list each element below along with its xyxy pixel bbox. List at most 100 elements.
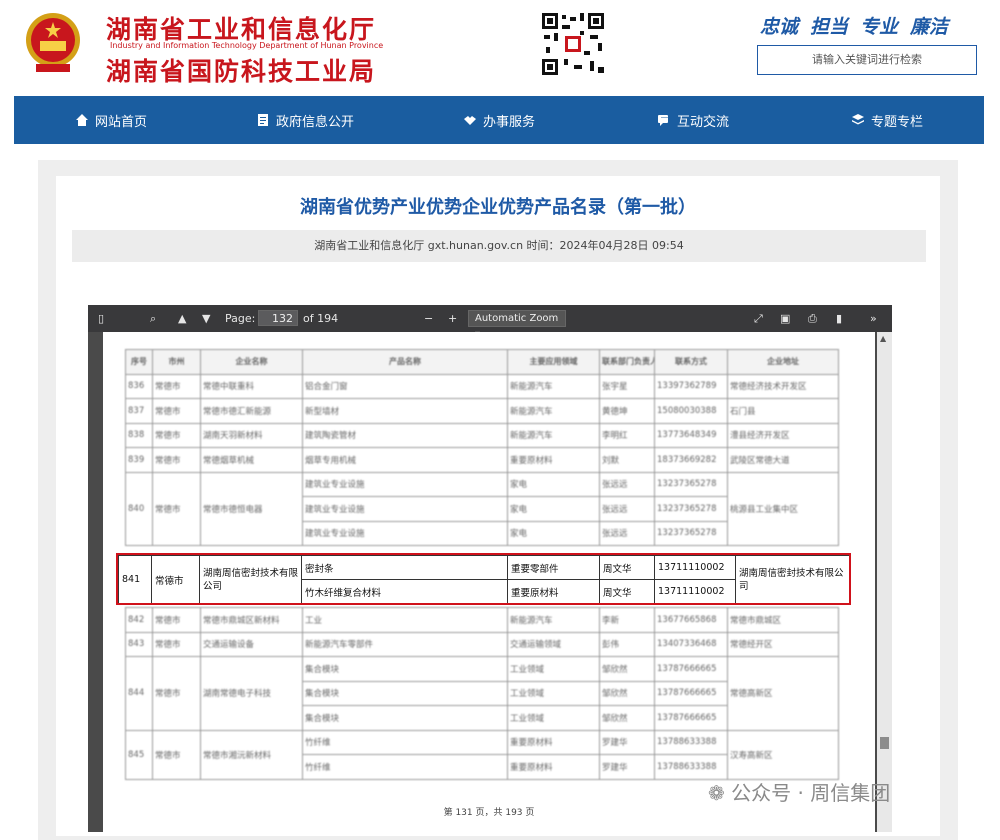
cell-person: 罗建华 (599, 729, 655, 755)
main-nav: 网站首页 政府信息公开 办事服务 互动交流 专题专栏 (14, 96, 984, 144)
table-row: 836 常德市 常德中联重科 铝合金门窗 新能源汽车 张宇星 13397362789 常德经济… (125, 373, 839, 399)
cell-product: 集合模块 (302, 680, 508, 706)
cell-phone: 13397362789 (654, 373, 728, 399)
cell-address: 常德高新区 (727, 656, 839, 731)
cell-no: 843 (125, 631, 153, 657)
sidebar-toggle-icon[interactable]: ▯ (98, 305, 104, 332)
table-header-row: 序号 市州 企业名称 产品名称 主要应用领域 联系部门负责人 联系方式 企业地址 (125, 349, 839, 375)
cell-field: 新能源汽车 (507, 398, 600, 424)
scrollbar-thumb[interactable] (880, 737, 889, 749)
open-file-icon[interactable]: ▣ (780, 305, 790, 332)
cell-field: 新能源汽车 (507, 373, 600, 399)
cell-phone: 13788633388 (654, 754, 728, 780)
cell-phone: 13407336468 (654, 631, 728, 657)
site-title-english: Industry and Information Technology Depa… (110, 41, 384, 50)
cell-company: 常德市德汇新能源 (200, 398, 303, 424)
cell-person: 刘默 (599, 447, 655, 473)
watermark: ❁ 公众号 · 周信集团 (708, 777, 890, 806)
watermark-text: 公众号 · 周信集团 (731, 781, 891, 805)
cell-person: 邹欣然 (599, 680, 655, 706)
cell-person: 黄德坤 (599, 398, 655, 424)
nav-label: 互动交流 (676, 114, 729, 130)
zoom-in-icon[interactable]: + (448, 305, 457, 332)
cell-person: 彭伟 (599, 631, 655, 657)
cell-company: 常德烟草机械 (200, 447, 303, 473)
cell-field: 工业领域 (507, 705, 600, 731)
cell-no: 842 (125, 607, 153, 633)
cell-field: 工业领域 (507, 656, 600, 682)
cell-phone: 13237365278 (654, 496, 728, 522)
cell-address: 汉寿高新区 (727, 729, 839, 780)
page-label: Page: (225, 312, 256, 325)
nav-item-services[interactable]: 办事服务 (402, 96, 596, 144)
column-header: 序号 (125, 349, 153, 375)
cell-address: 常德经开区 (727, 631, 839, 657)
cell-city: 常德市 (152, 729, 201, 780)
search-input[interactable]: 请输入关键词进行检索 (757, 45, 977, 75)
cell-company: 常德市鼎城区新材料 (200, 607, 303, 633)
column-header: 产品名称 (302, 349, 508, 375)
cell-product: 建筑业专业设施 (302, 471, 508, 497)
slogan-item: 担当 (810, 16, 849, 38)
zoom-value: Automatic Zoom (475, 313, 559, 324)
previous-page-icon[interactable]: ▲ (178, 305, 186, 332)
next-page-icon[interactable]: ▼ (202, 305, 210, 332)
pdf-scrollbar[interactable] (877, 332, 892, 832)
cell-address: 石门县 (727, 398, 839, 424)
print-icon[interactable]: ⎙ (808, 305, 817, 332)
slogan: 忠诚 担当 专业 廉洁 (760, 12, 960, 39)
product-table: 序号 市州 企业名称 产品名称 主要应用领域 联系部门负责人 联系方式 企业地址… (125, 349, 839, 546)
nav-label: 专题专栏 (870, 114, 923, 130)
cell-field: 重要原材料 (507, 754, 600, 780)
cell-company: 常德市德恒电器 (200, 471, 303, 546)
cell-company: 常德市湘沅新材料 (200, 729, 303, 780)
cell-phone: 13773648349 (654, 422, 728, 448)
cell-field: 重要原材料 (507, 447, 600, 473)
column-header: 联系方式 (654, 349, 728, 375)
cell-field: 新能源汽车 (507, 422, 600, 448)
search-icon[interactable]: ⌕ (150, 305, 156, 332)
chat-icon (657, 115, 671, 126)
cell-field: 家电 (507, 520, 600, 546)
column-header: 主要应用领域 (507, 349, 600, 375)
cell-phone: 13788633388 (654, 729, 728, 755)
presentation-mode-icon[interactable]: ⤢ (754, 305, 763, 332)
cell-product: 竹纤维 (302, 754, 508, 780)
cell-address: 常德市鼎城区 (727, 607, 839, 633)
scroll-up-icon[interactable]: ▲ (880, 334, 886, 343)
cell-city: 常德市 (152, 422, 201, 448)
cell-phone: 13237365278 (654, 520, 728, 546)
cell-city: 常德市 (152, 607, 201, 633)
pdf-toolbar: ▯ ⌕ ▲ ▼ Page: 132 of 194 − + Automatic Z… (88, 305, 892, 340)
table-row: 844 常德市 湖南常德电子科技 集合模块 工业领域 邹欣然 13787666665 常德高新… (125, 656, 839, 731)
cell-address: 桃源县工业集中区 (727, 471, 839, 546)
zoom-out-icon[interactable]: − (424, 305, 433, 332)
nav-item-gov-info[interactable]: 政府信息公开 (208, 96, 402, 144)
nav-label: 办事服务 (482, 114, 535, 130)
layers-icon (851, 114, 864, 125)
tools-menu-icon[interactable]: » (870, 305, 877, 332)
bookmark-icon[interactable]: ▮ (836, 305, 842, 332)
cell-product: 新型墙材 (302, 398, 508, 424)
cell-phone: 13787666665 (654, 705, 728, 731)
cell-product: 铝合金门窗 (302, 373, 508, 399)
page-total: of 194 (303, 312, 339, 325)
national-emblem-icon (26, 13, 80, 72)
cell-phone: 18373669282 (654, 447, 728, 473)
nav-item-interaction[interactable]: 互动交流 (596, 96, 790, 144)
cell-product: 工业 (302, 607, 508, 633)
home-icon (75, 114, 88, 126)
cell-product: 竹纤维 (302, 729, 508, 755)
page-number-input[interactable]: 132 (258, 310, 298, 326)
cell-no: 845 (125, 729, 153, 780)
cell-city: 常德市 (152, 398, 201, 424)
cell-product: 集合模块 (302, 656, 508, 682)
cell-address: 澧县经济开发区 (727, 422, 839, 448)
table-row: 837 常德市 常德市德汇新能源 新型墙材 新能源汽车 黄德坤 15080030388 石门县 (125, 398, 839, 424)
nav-item-topics[interactable]: 专题专栏 (790, 96, 984, 144)
nav-item-home[interactable]: 网站首页 (14, 96, 208, 144)
zoom-select[interactable]: Automatic Zoom ▾ (468, 310, 566, 340)
cell-phone: 13237365278 (654, 471, 728, 497)
cell-no: 840 (125, 471, 153, 546)
cell-field: 工业领域 (507, 680, 600, 706)
